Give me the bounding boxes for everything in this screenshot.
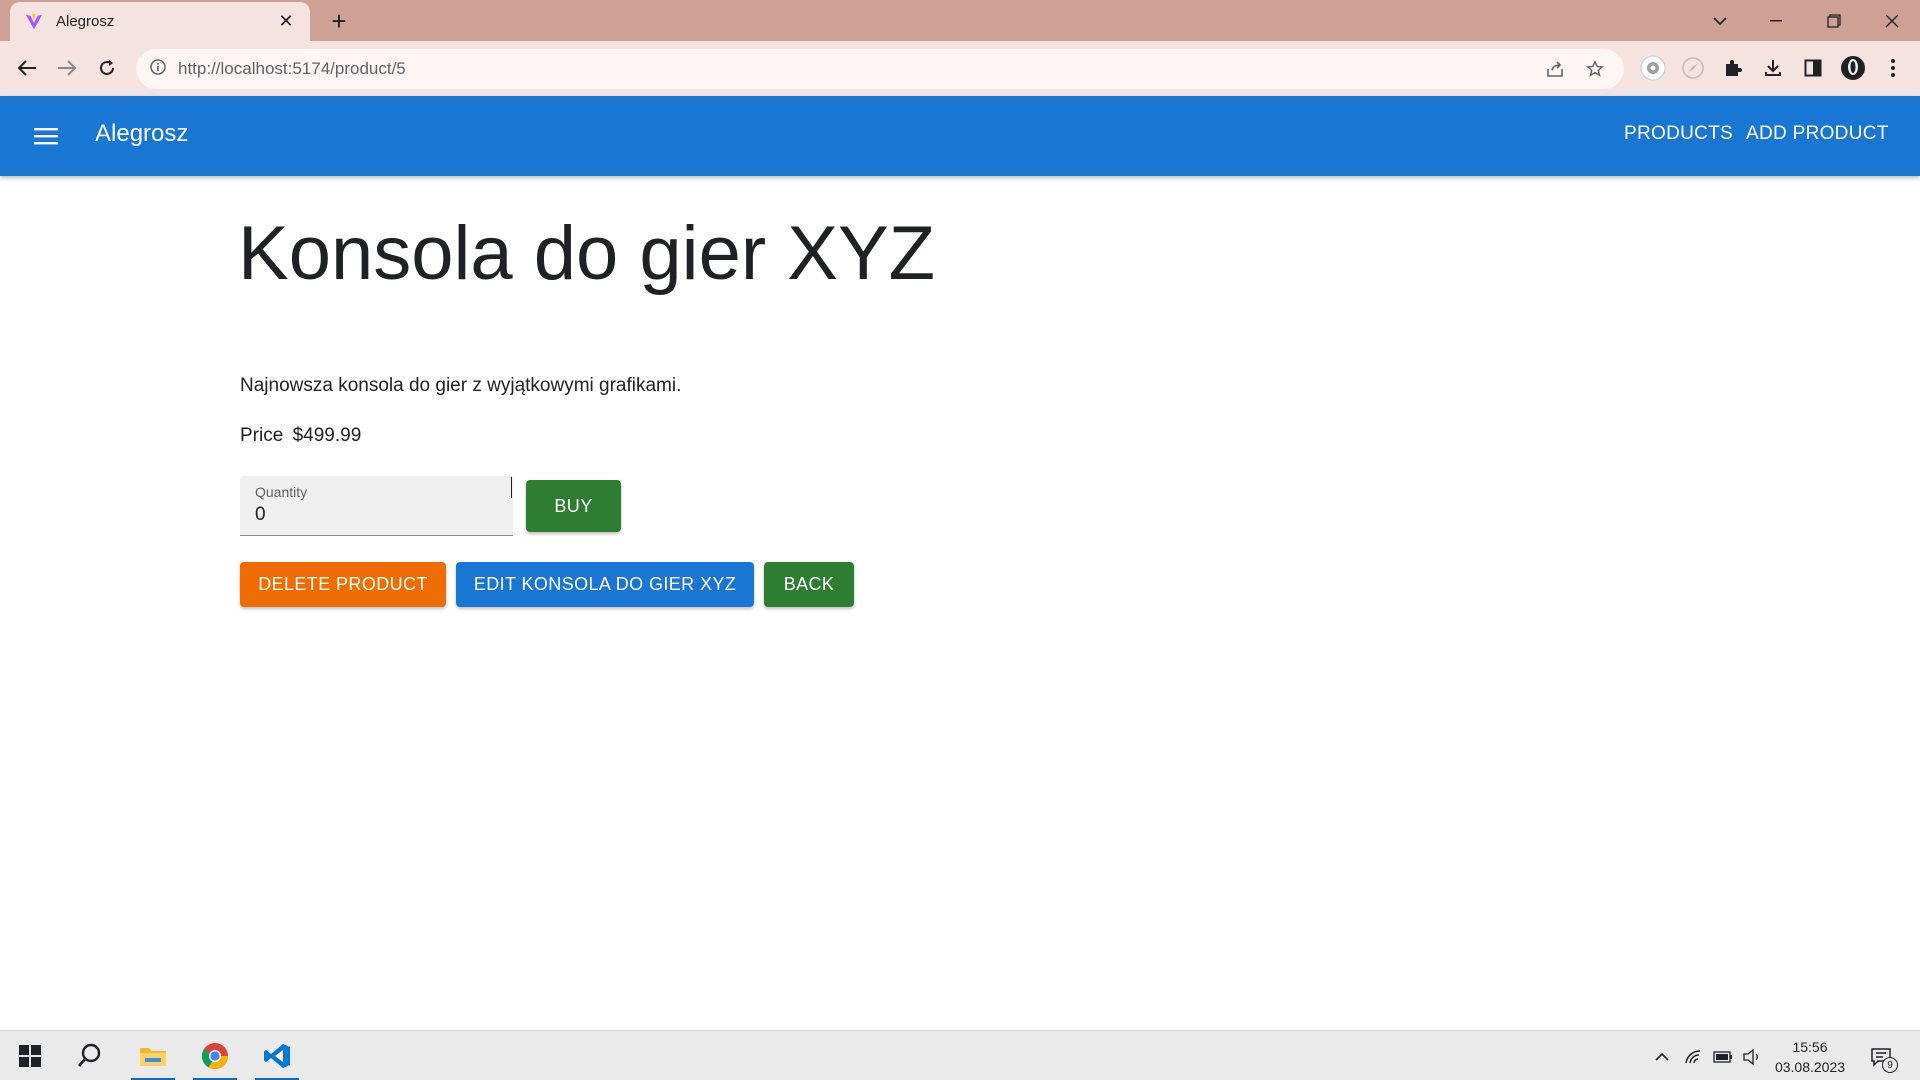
wifi-icon[interactable] <box>1682 1045 1706 1069</box>
browser-toolbar: http://localhost:5174/product/5 <box>0 41 1920 96</box>
download-icon[interactable] <box>1758 53 1788 83</box>
battery-icon[interactable] <box>1711 1045 1735 1069</box>
nav-add-product-link[interactable]: ADD PRODUCT <box>1746 123 1889 145</box>
tab-title: Alegrosz <box>56 13 115 30</box>
reload-icon[interactable] <box>92 53 122 83</box>
restore-icon[interactable] <box>1814 0 1854 41</box>
quantity-label: Quantity <box>255 484 308 500</box>
edit-product-button[interactable]: EDIT KONSOLA DO GIER XYZ <box>456 562 754 607</box>
address-bar[interactable]: http://localhost:5174/product/5 <box>136 49 1624 89</box>
product-description: Najnowsza konsola do gier z wyjątkowymi … <box>240 375 682 396</box>
tray-chevron-up-icon[interactable] <box>1650 1045 1674 1069</box>
product-title: Konsola do gier XYZ <box>238 211 936 296</box>
search-icon[interactable] <box>65 1031 115 1080</box>
side-panel-icon[interactable] <box>1798 53 1828 83</box>
share-icon[interactable] <box>1540 54 1570 84</box>
back-button[interactable]: BACK <box>764 562 854 607</box>
buy-button[interactable]: BUY <box>526 480 621 532</box>
browser-menu-icon[interactable] <box>1878 53 1908 83</box>
product-price: Price $499.99 <box>240 425 361 447</box>
quantity-input[interactable]: Quantity 0 <box>240 476 513 536</box>
minimize-icon[interactable] <box>1756 0 1796 41</box>
extension-gear-icon[interactable] <box>1638 53 1668 83</box>
vscode-icon[interactable] <box>252 1031 302 1080</box>
clock-date: 03.08.2023 <box>1774 1059 1846 1075</box>
tab-search-chevron-icon[interactable] <box>1700 0 1740 41</box>
new-tab-button[interactable]: + <box>325 6 353 36</box>
app-brand[interactable]: Alegrosz <box>95 120 188 148</box>
forward-arrow-icon[interactable] <box>52 53 82 83</box>
quantity-value[interactable]: 0 <box>255 504 266 526</box>
browser-tab-strip: Alegrosz ✕ + <box>0 0 1920 41</box>
app-bar: Alegrosz PRODUCTS ADD PRODUCT <box>0 96 1920 176</box>
url-text: http://localhost:5174/product/5 <box>178 59 406 78</box>
windows-taskbar: 15:56 03.08.2023 9 <box>0 1030 1920 1080</box>
vite-favicon-icon <box>24 12 44 32</box>
bookmark-star-icon[interactable] <box>1580 54 1610 84</box>
delete-product-button[interactable]: DELETE PRODUCT <box>240 562 446 607</box>
text-cursor <box>511 477 512 498</box>
volume-icon[interactable] <box>1740 1045 1764 1069</box>
extension-compass-icon[interactable] <box>1678 53 1708 83</box>
profile-avatar[interactable] <box>1838 53 1868 83</box>
price-label: Price <box>240 425 284 446</box>
hamburger-menu-icon[interactable] <box>28 118 64 154</box>
nav-products-link[interactable]: PRODUCTS <box>1624 123 1733 145</box>
system-clock[interactable]: 15:56 03.08.2023 <box>1770 1037 1850 1077</box>
browser-tab[interactable]: Alegrosz ✕ <box>10 2 310 41</box>
price-value: $499.99 <box>292 425 362 446</box>
file-explorer-icon[interactable] <box>128 1031 178 1080</box>
chrome-icon[interactable] <box>190 1031 240 1080</box>
window-close-icon[interactable] <box>1872 0 1912 41</box>
extensions-puzzle-icon[interactable] <box>1718 53 1748 83</box>
start-windows-icon[interactable] <box>5 1031 55 1080</box>
tab-close-icon[interactable]: ✕ <box>276 11 296 32</box>
notification-count-badge: 9 <box>1882 1057 1898 1073</box>
back-arrow-icon[interactable] <box>12 53 42 83</box>
site-info-icon[interactable] <box>150 58 166 80</box>
clock-time: 15:56 <box>1792 1039 1828 1055</box>
notification-center-icon[interactable]: 9 <box>1866 1043 1898 1073</box>
